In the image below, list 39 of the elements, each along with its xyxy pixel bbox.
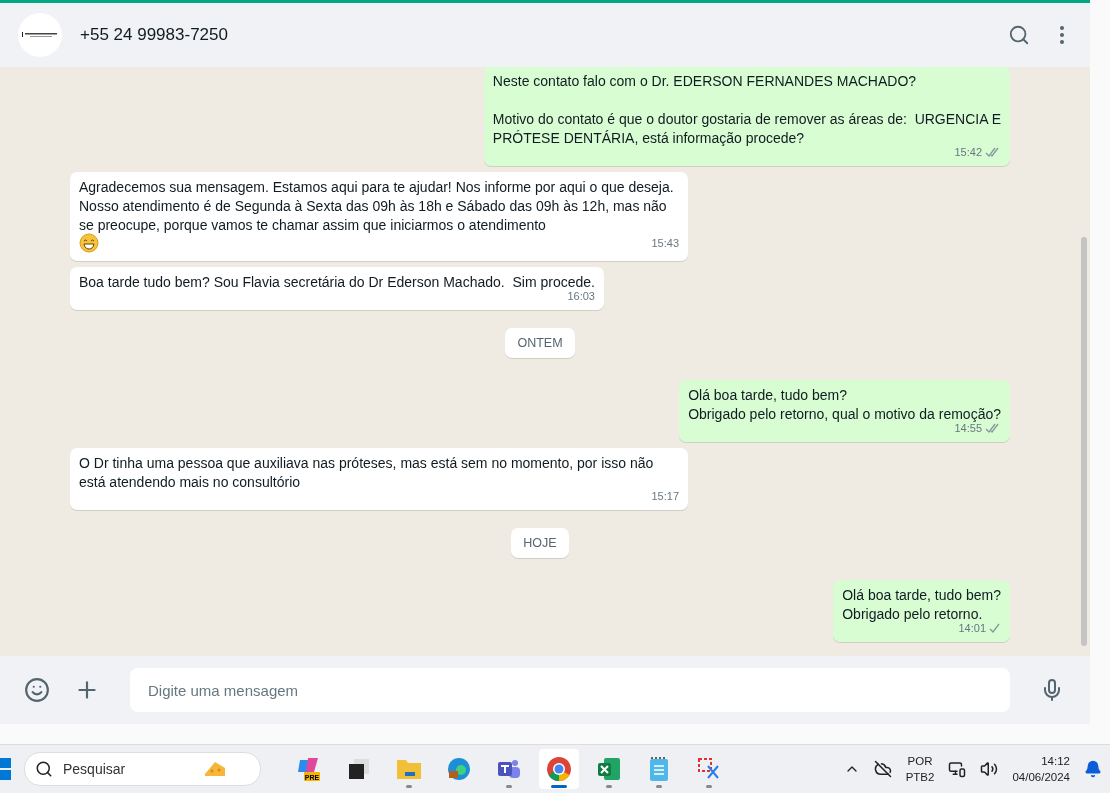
message-input[interactable]: Digite uma mensagem — [130, 668, 1010, 712]
speaker-icon[interactable] — [980, 760, 999, 778]
scrollbar-thumb[interactable] — [1081, 237, 1087, 646]
message-time: 15:42 — [954, 146, 982, 158]
message-time: 14:55 — [954, 422, 982, 434]
browser-icon — [446, 756, 472, 782]
message-text: Agradecemos sua mensagem. Estamos aqui para te ajudar! Nos informe por aqui o que deseja. Nosso atendimento é de Segunda à Sexta das 09h às 18h e Sábado das 09h às 12h, mas não se preocupe, porque vamos te chamar assim que iniciarmos o atendimento — [79, 178, 675, 235]
cloud-off-icon[interactable] — [873, 760, 892, 778]
menu-icon — [1060, 26, 1064, 44]
folder-icon — [396, 758, 422, 780]
browser-icon — [546, 756, 572, 782]
notepad-icon — [648, 756, 670, 782]
logo-drawing — [22, 31, 58, 39]
search-icon — [35, 760, 53, 778]
message-text: Olá boa tarde, tudo bem? Obrigado pelo retorno. — [842, 586, 1001, 624]
language-indicator[interactable]: POR PTB2 — [905, 753, 935, 785]
bell-icon[interactable] — [1084, 760, 1102, 778]
window-stack-icon — [347, 757, 371, 781]
date-separator: HOJE — [511, 528, 569, 558]
message-time: 14:01 — [958, 622, 986, 634]
cheese-icon — [203, 760, 227, 778]
message-text: O Dr tinha uma pessoa que auxiliava nas próteses, mas está sem no momento, por isso não está atendendo mais no consultório — [79, 454, 655, 492]
taskbar-search[interactable]: Pesquisar — [24, 752, 261, 786]
search-input[interactable]: Pesquisar — [61, 760, 195, 778]
smiley-icon — [24, 677, 50, 703]
message-text: Olá boa tarde, tudo bem? Obrigado pelo retorno, qual o motivo da remoção? — [688, 386, 1001, 424]
message-time: 15:17 — [651, 490, 679, 502]
search-icon — [1008, 24, 1030, 46]
spreadsheet-icon — [596, 756, 622, 782]
contact-name: +55 24 99983-7250 — [80, 25, 229, 45]
message-text: Boa tarde tudo bem? Sou Flavia secretária do Dr Ederson Machado. Sim procede. — [79, 273, 595, 292]
message-time: 15:43 — [651, 237, 679, 249]
message-time: 16:03 — [567, 290, 595, 302]
start-icon[interactable] — [0, 757, 12, 781]
date-separator: ONTEM — [505, 328, 575, 358]
contact-avatar[interactable] — [18, 13, 62, 57]
message-text: Neste contato falo com o Dr. EDERSON FERNANDES MACHADO? Motivo do contato é que o doutor gostaria de remover as áreas de: URGENCIA E PRÓTESE DENTÁRIA, está informação procede? — [492, 72, 1001, 148]
clock[interactable]: 14:12 04/06/2024 — [1012, 753, 1070, 785]
network-icon[interactable] — [948, 760, 967, 778]
